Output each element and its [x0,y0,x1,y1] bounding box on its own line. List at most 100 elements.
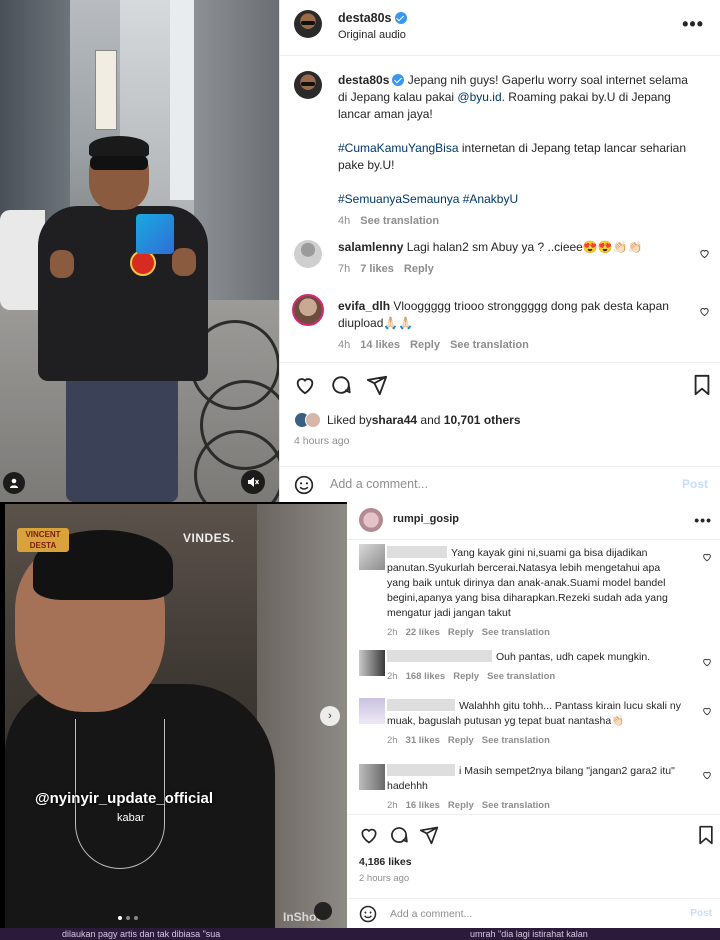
bottom-post-video[interactable]: VINCENT DESTA VINDES. @nyinyir_update_of… [0,502,347,930]
comment: Walahhh gitu tohh... Pantass kirain lucu… [387,699,687,748]
more-options-icon[interactable]: ••• [682,15,704,33]
author-avatar[interactable] [359,508,383,532]
comment-text: Yang kayak gini ni,suami ga bisa dijadik… [451,547,648,559]
right-hand [172,248,196,276]
liked-by-user[interactable]: shara44 [372,413,417,427]
comment-text: Walahhh gitu tohh... Pantass kirain lucu… [459,700,681,712]
save-icon[interactable] [692,374,712,396]
like-icon[interactable] [359,825,379,845]
sunglasses [90,156,148,170]
see-translation-link[interactable]: See translation [360,215,439,227]
see-translation-link[interactable]: See translation [450,339,529,351]
more-options-icon[interactable]: ••• [694,513,712,527]
reply-button[interactable]: Reply [448,800,474,811]
comment-icon[interactable] [330,374,352,396]
commenter-username-blurred[interactable] [387,764,455,776]
reply-button[interactable]: Reply [410,339,440,351]
comment: Ouh pantas, udh capek mungkin. 2h 168 lik… [387,650,687,684]
add-comment-input[interactable]: Add a comment... [330,477,428,491]
post-time: 2 hours ago [359,873,410,884]
commenter-avatar[interactable] [359,698,385,724]
caption-text: internetan di Jepang tetap lancar sehari… [458,141,687,155]
cropped-text-left: dilaukan pagy artis dan tak dibiasa "sua [62,929,221,939]
mute-icon[interactable] [314,902,332,920]
share-icon[interactable] [419,825,439,845]
comment-time: 2h [387,627,398,638]
author-username[interactable]: rumpi_gosip [393,513,459,525]
hashtag-links[interactable]: #SemuanyaSemaunya #AnakbyU [338,192,518,206]
reply-button[interactable]: Reply [448,627,474,638]
author-username[interactable]: desta80s [338,11,407,25]
caption-text: lancar aman jaya! [338,107,433,121]
comment-like-icon[interactable] [702,657,712,667]
liked-by-others[interactable]: 10,701 others [444,413,521,427]
liked-by[interactable]: Liked by shara44 and 10,701 others [294,412,521,428]
comment-username[interactable]: salamlenny [338,240,403,254]
vindes-watermark: VINDES. [183,531,235,545]
next-arrow-icon[interactable]: › [320,706,340,726]
video-subtitle: kabar [117,812,145,824]
likes-count[interactable]: 4,186 likes [359,856,412,868]
comment-like-icon[interactable] [702,706,712,716]
comment-likes[interactable]: 168 likes [406,671,446,682]
reply-button[interactable]: Reply [448,735,474,746]
add-comment-input[interactable]: Add a comment... [390,908,472,920]
comment-time: 2h [387,671,398,682]
comment-like-icon[interactable] [699,248,710,259]
street-sign [95,50,117,130]
header-divider [280,55,720,56]
commenter-avatar[interactable] [359,544,385,570]
commenter-avatar-story[interactable] [292,294,324,326]
comment-icon[interactable] [389,825,409,845]
hashtag-link[interactable]: #CumaKamuYangBisa [338,141,459,155]
liked-by-and: and [417,413,444,427]
comment-likes[interactable]: 22 likes [406,627,440,638]
see-translation-link[interactable]: See translation [482,735,550,746]
caption-username[interactable]: desta80s [338,73,389,87]
comment-like-icon[interactable] [699,306,710,317]
commenter-avatar[interactable] [294,240,322,268]
emoji-icon[interactable] [294,475,314,495]
comment: Yang kayak gini ni,suami ga bisa dijadik… [387,546,687,640]
comment-likes[interactable]: 31 likes [406,735,440,746]
post-comment-button[interactable]: Post [682,477,708,491]
sim-card-package [136,214,174,254]
tagged-user-icon[interactable] [3,472,25,494]
share-icon[interactable] [366,374,388,396]
like-icon[interactable] [294,374,316,396]
commenter-username-blurred[interactable] [387,546,447,558]
comment: evifa_dlh Vlooggggg triooo stronggggg do… [338,298,678,354]
see-translation-link[interactable]: See translation [482,627,550,638]
comment-likes[interactable]: 16 likes [406,800,440,811]
comment-likes[interactable]: 14 likes [360,339,400,351]
save-icon[interactable] [697,825,715,845]
comment-like-icon[interactable] [702,552,712,562]
commenter-username-blurred[interactable] [387,699,455,711]
comment-time: 2h [387,800,398,811]
emoji-icon[interactable] [359,905,377,923]
comment-time: 4h [338,339,351,351]
commenter-avatar[interactable] [359,650,385,676]
audio-label[interactable]: Original audio [338,29,406,41]
comment-text: mengatur jadi jangan takut [387,607,511,619]
video-frame: VINCENT DESTA VINDES. @nyinyir_update_of… [5,504,347,930]
reply-button[interactable]: Reply [404,263,434,275]
see-translation-link[interactable]: See translation [487,671,555,682]
comment-likes[interactable]: 7 likes [360,263,394,275]
post-comment-button[interactable]: Post [690,908,712,919]
comment-like-icon[interactable] [702,770,712,780]
comment: salamlenny Lagi halan2 sm Abuy ya ? ..ci… [338,239,678,278]
carousel-dots [118,916,138,920]
commenter-username-blurred[interactable] [387,650,492,662]
account-watermark: @nyinyir_update_official [35,790,214,807]
see-translation-link[interactable]: See translation [482,800,550,811]
commenter-avatar[interactable] [359,764,385,790]
mention-link[interactable]: @byu.id [457,90,501,104]
caption-avatar[interactable] [294,71,322,99]
reply-button[interactable]: Reply [453,671,479,682]
author-avatar[interactable] [294,10,322,38]
top-post: desta80s Original audio ••• desta80s Jep… [0,0,720,502]
comment-username[interactable]: evifa_dlh [338,299,390,313]
top-post-video[interactable] [0,0,279,502]
mute-icon[interactable] [241,470,265,494]
